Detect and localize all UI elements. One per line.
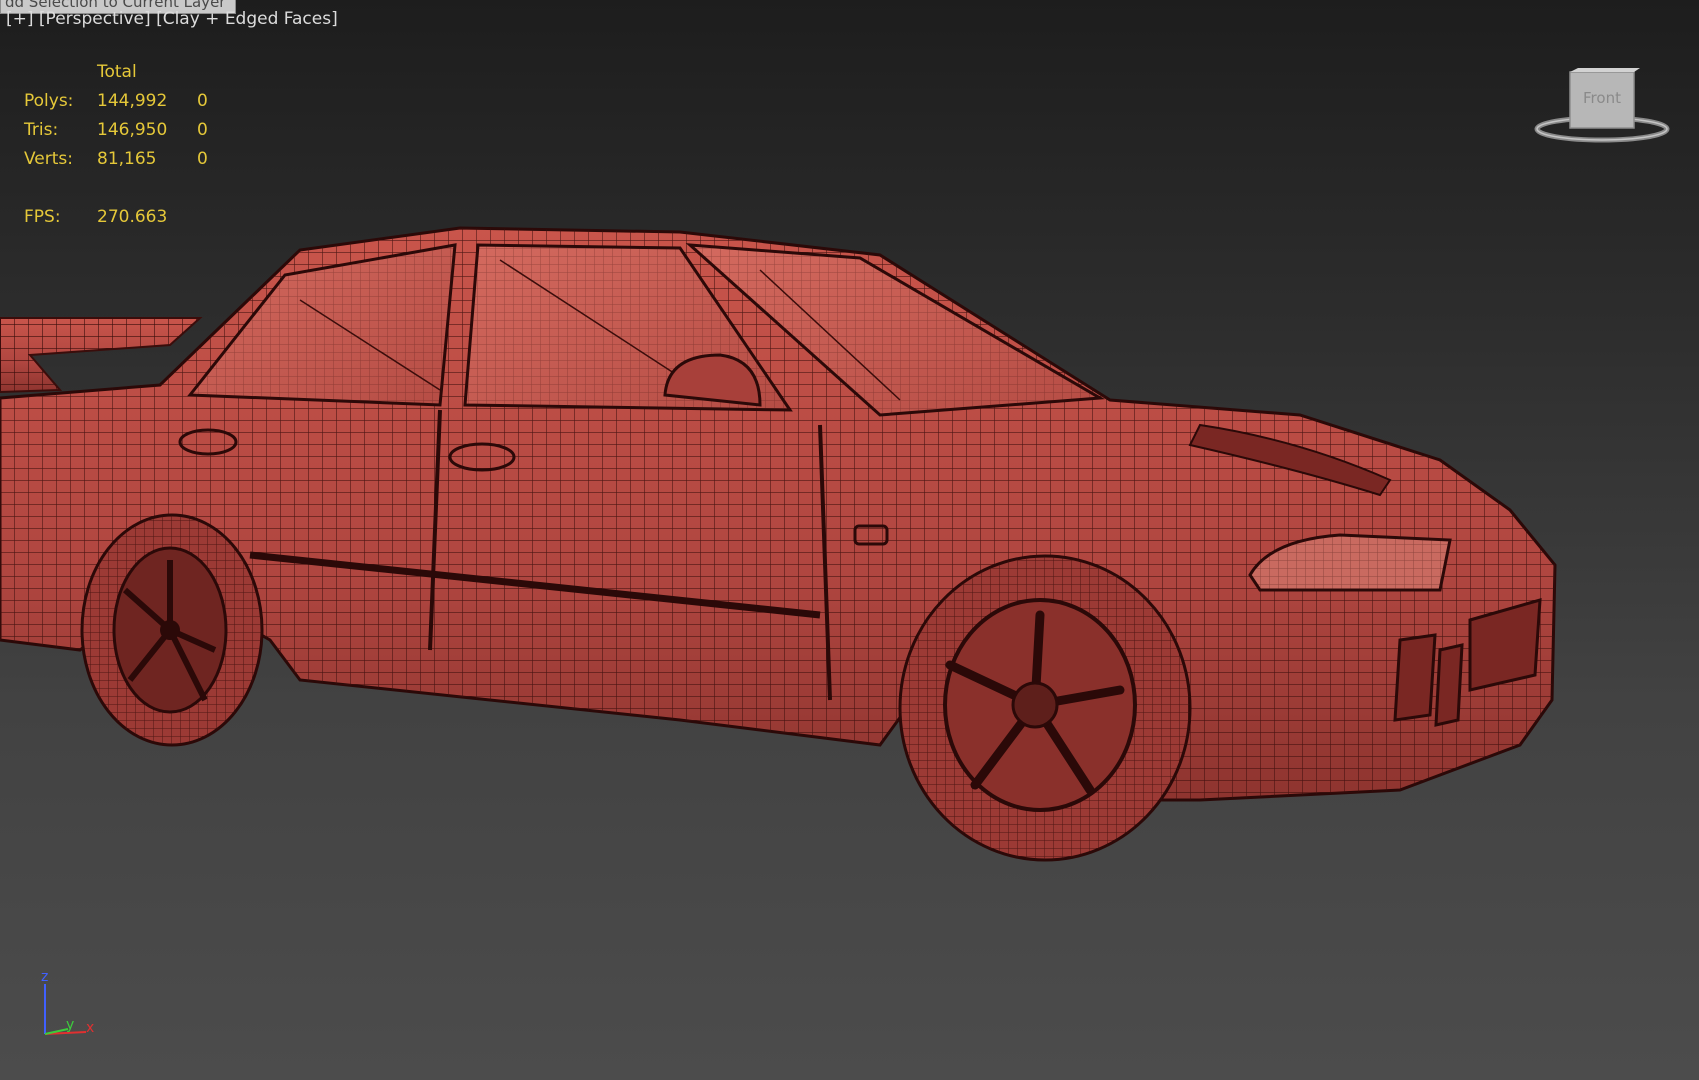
fps-label: FPS: (24, 207, 61, 227)
y-axis-label: y (66, 1017, 74, 1033)
car-model-mesh[interactable] (0, 0, 1699, 1080)
stats-total: 81,165 (97, 149, 157, 169)
stats-selected: 0 (197, 91, 208, 111)
side-windows (186, 243, 1105, 417)
stats-label: Tris: (24, 120, 59, 140)
stats-total: 146,950 (97, 120, 168, 140)
viewcube[interactable]: Front (1532, 68, 1672, 148)
viewcube-face-label[interactable]: Front (1583, 89, 1621, 107)
fps-value: 270.663 (97, 207, 168, 227)
stats-selected: 0 (197, 120, 208, 140)
stats-total: 144,992 (97, 91, 168, 111)
viewport-label: [+] [Perspective] [Clay + Edged Faces] (6, 9, 338, 29)
axis-triad: z y x (41, 969, 94, 1036)
stats-header-total: Total (97, 62, 137, 82)
stats-label: Polys: (24, 91, 74, 111)
z-axis-label: z (41, 969, 48, 985)
x-axis-label: x (86, 1020, 94, 1036)
viewport-view-menu[interactable]: [Perspective] (39, 9, 151, 29)
viewport-shading-menu[interactable]: [Clay + Edged Faces] (156, 9, 338, 29)
viewport-menu-plus[interactable]: [+] (6, 9, 34, 29)
stats-label: Verts: (24, 149, 74, 169)
stats-selected: 0 (197, 149, 208, 169)
perspective-viewport[interactable]: dd Selection to Current Layer [+] [Persp… (0, 0, 1699, 1080)
front-wheel (898, 554, 1192, 862)
rear-wheel (80, 513, 264, 747)
